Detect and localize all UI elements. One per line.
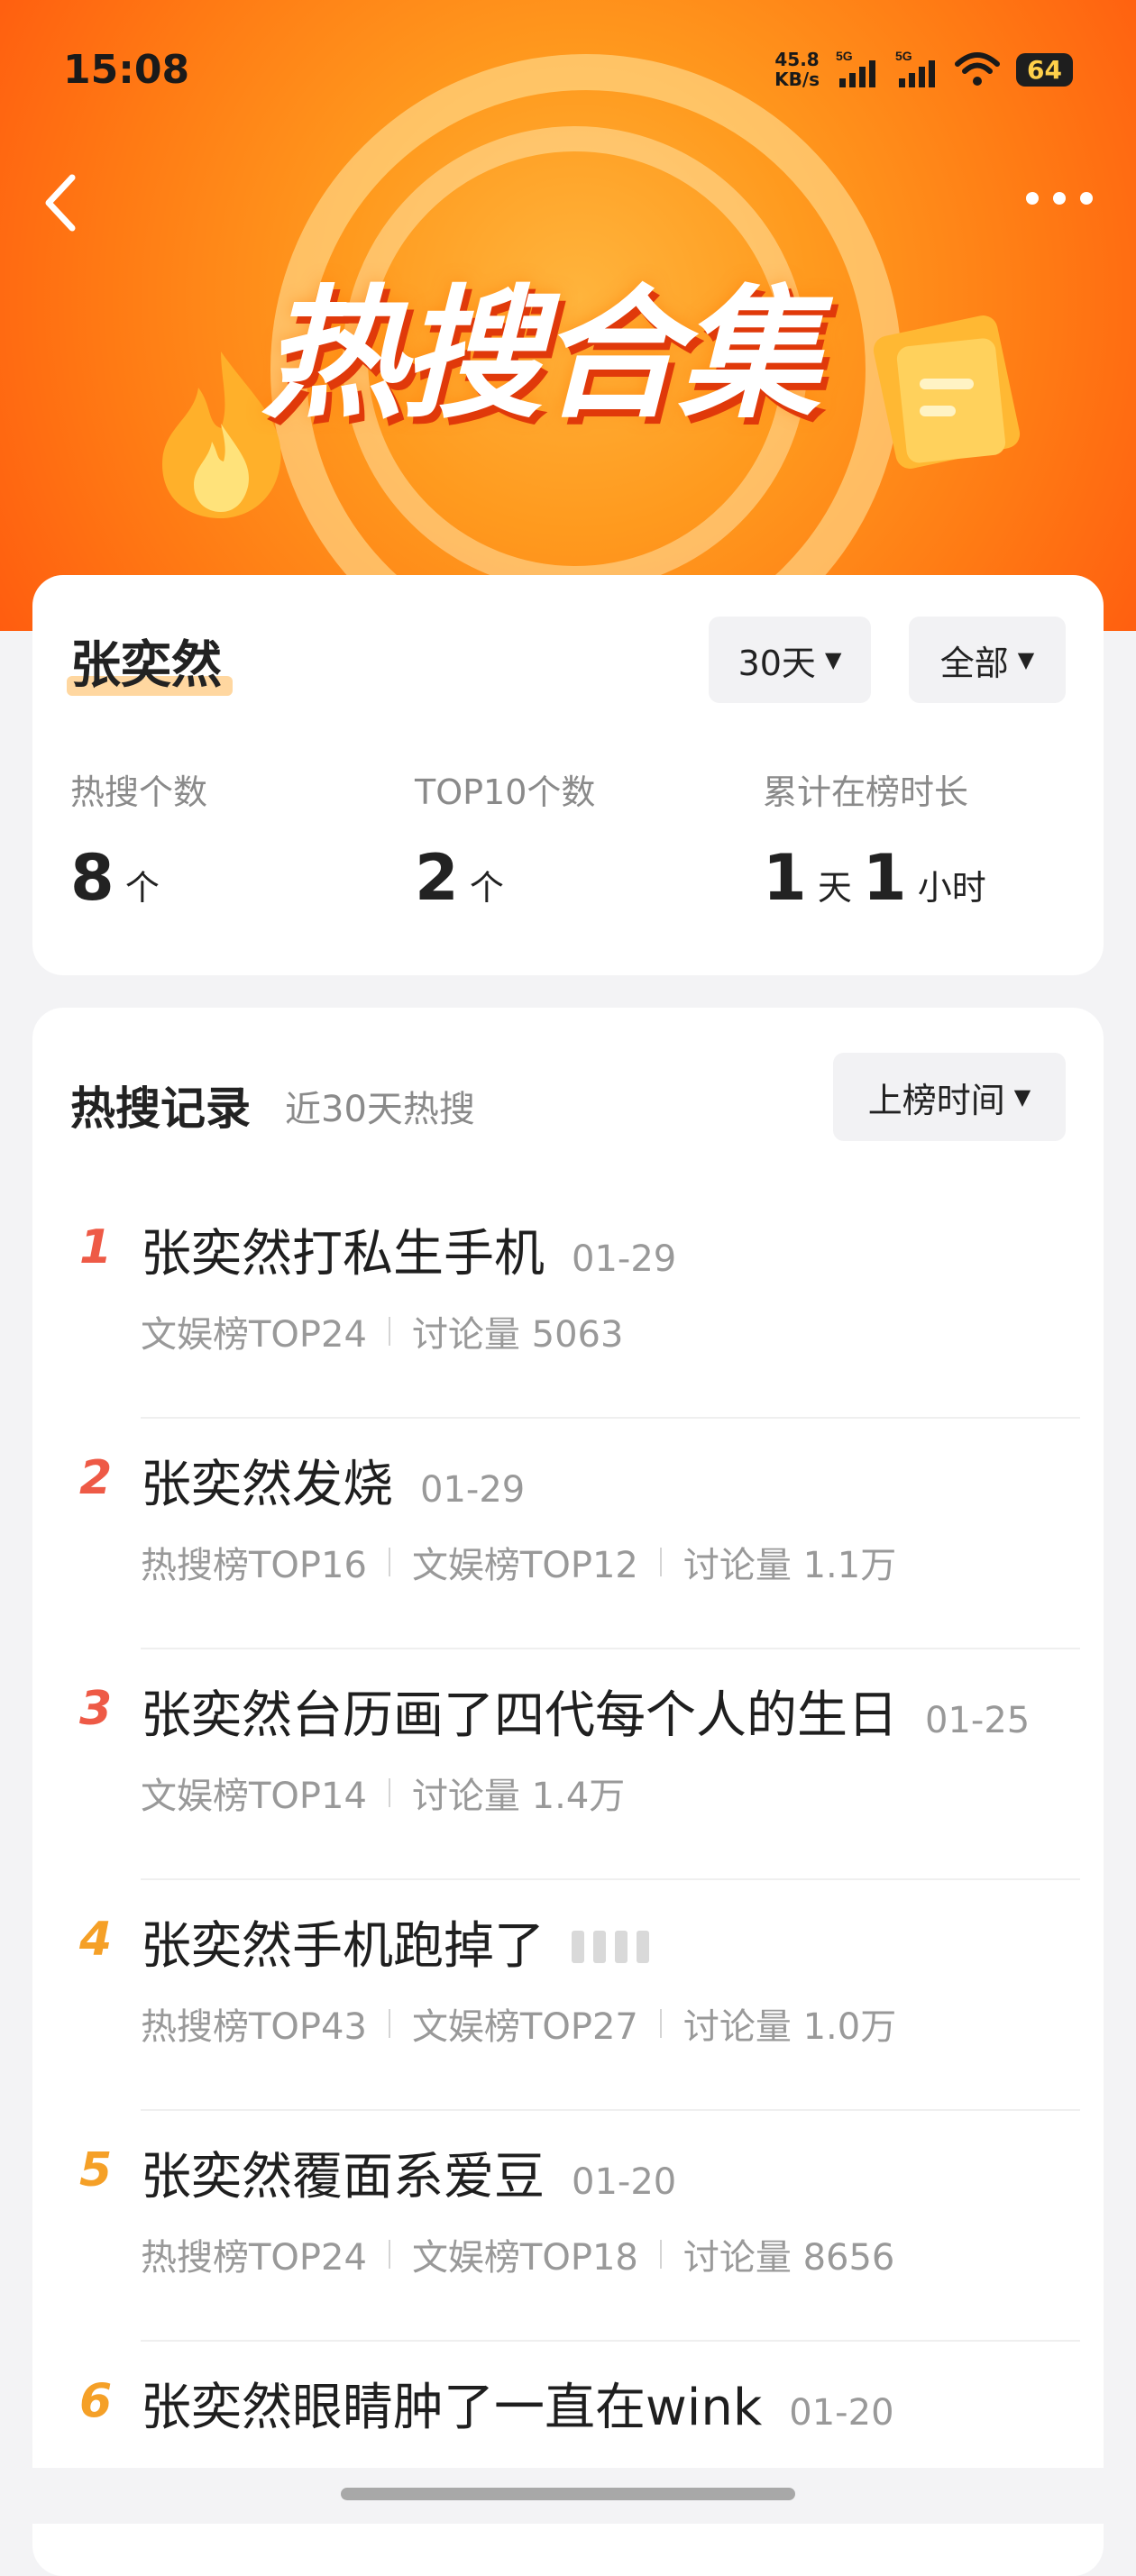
record-list-item[interactable]: 6张奕然眼睛肿了一直在wink01-20热搜榜TOP27文娱榜TOP10讨论量 … (32, 2342, 1104, 2572)
record-tag: 热搜榜TOP16 (141, 1545, 367, 1586)
record-tags: 热搜榜TOP16 文娱榜TOP12 讨论量 1.1万 (141, 1536, 896, 1588)
stat-label: 累计在榜时长 (763, 772, 969, 812)
record-tags: 热搜榜TOP24 文娱榜TOP18 讨论量 8656 (141, 2228, 894, 2280)
tag-separator (388, 1317, 390, 1346)
banner-title: 热搜合集 (261, 272, 820, 438)
rank-number: 1 (79, 1220, 113, 1274)
record-date: 01-25 (925, 1700, 1031, 1741)
stat-total-duration: 累计在榜时长 1 天 1 小时 (763, 764, 986, 915)
record-tag: 文娱榜TOP12 (411, 1545, 638, 1586)
record-list: 1 张奕然打私生手机 01-29 文娱榜TOP24 讨论量 5063 2 张奕然发烧 01-2… (32, 1188, 1104, 2572)
record-title-row: 张奕然手机跑掉了 (141, 1905, 649, 1978)
rank-number: 4 (79, 1913, 113, 1967)
stat-hot-count: 热搜个数 8 个 (70, 764, 207, 915)
range-filter-label: 30天 (737, 643, 816, 683)
type-filter-label: 全部 (939, 643, 1009, 683)
record-list-item[interactable]: 5 张奕然覆面系爱豆 01-20 热搜榜TOP24 文娱榜TOP18 讨论量 8656 (32, 2111, 1104, 2342)
record-date: 01-29 (420, 1469, 526, 1511)
record-title-row: 张奕然打私生手机 01-29 (141, 1213, 676, 1286)
tag-separator (659, 1548, 662, 1576)
records-card: 热搜记录 近30天热搜 上榜时间 ▼ 1 张奕然打私生手机 01-29 文娱榜TOP2… (32, 1008, 1104, 2576)
signal-icon: 5G (895, 50, 936, 87)
wifi-icon (955, 52, 1001, 86)
tag-separator (388, 1778, 390, 1807)
record-title: 张奕然发烧 (141, 1456, 393, 1514)
system-icons: 45.8 KB/s 5G 5G 64 (774, 50, 1073, 89)
stat-value: 1 天 1 小时 (763, 841, 986, 915)
record-tag: 文娱榜TOP14 (141, 1776, 367, 1817)
record-date: 01-29 (572, 1238, 677, 1280)
record-date: 01-20 (789, 2392, 894, 2434)
sim1-label: 5G (836, 50, 853, 63)
signal-icon: 5G (836, 50, 876, 87)
record-title-row: 张奕然眼睛肿了一直在wink 01-20 (141, 2367, 894, 2440)
stat-value: 8 个 (70, 841, 160, 915)
record-list-item[interactable]: 1 张奕然打私生手机 01-29 文娱榜TOP24 讨论量 5063 (32, 1188, 1104, 1419)
record-tag: 讨论量 1.1万 (683, 1545, 897, 1586)
rank-number: 3 (79, 1682, 113, 1736)
section-subtitle: 近30天热搜 (285, 1089, 475, 1130)
record-tags: 文娱榜TOP14 讨论量 1.4万 (141, 1767, 625, 1819)
folder-icon (873, 315, 1021, 469)
record-title: 张奕然覆面系爱豆 (141, 2148, 545, 2206)
sort-dropdown[interactable]: 上榜时间 ▼ (833, 1053, 1066, 1141)
record-title: 张奕然打私生手机 (141, 1225, 545, 1283)
record-tags: 文娱榜TOP24 讨论量 5063 (141, 1305, 623, 1357)
record-tag: 讨论量 8656 (683, 2237, 895, 2279)
caret-down-icon: ▼ (1013, 1084, 1031, 1110)
more-options-button[interactable] (1019, 180, 1100, 216)
record-tag: 热搜榜TOP24 (141, 2237, 367, 2279)
record-list-item[interactable]: 2 张奕然发烧 01-29 热搜榜TOP16 文娱榜TOP12 讨论量 1.1万 (32, 1419, 1104, 1649)
person-name-text: 张奕然 (70, 636, 222, 695)
tag-separator (388, 1548, 390, 1576)
record-title: 张奕然手机跑掉了 (141, 1917, 545, 1976)
stat-value: 2 个 (415, 841, 504, 915)
record-date-placeholder (572, 1931, 649, 1963)
record-title-row: 张奕然覆面系爱豆 01-20 (141, 2136, 676, 2209)
caret-down-icon: ▼ (1017, 647, 1035, 672)
tag-separator (388, 2240, 390, 2269)
tag-separator (659, 2009, 662, 2038)
stat-label: 热搜个数 (70, 772, 208, 812)
record-tags: 热搜榜TOP43 文娱榜TOP27 讨论量 1.0万 (141, 1997, 896, 2050)
status-time: 15:08 (63, 47, 190, 93)
status-bar: 15:08 45.8 KB/s 5G 5G 64 (0, 0, 1136, 153)
record-title-row: 张奕然发烧 01-29 (141, 1444, 525, 1517)
rank-number: 2 (79, 1451, 113, 1505)
record-title: 张奕然眼睛肿了一直在wink (141, 2379, 763, 2437)
record-tag: 文娱榜TOP24 (141, 1314, 367, 1356)
sim2-label: 5G (895, 50, 912, 63)
record-list-item[interactable]: 4 张奕然手机跑掉了热搜榜TOP43 文娱榜TOP27 讨论量 1.0万 (32, 1880, 1104, 2111)
section-title: 热搜记录 (70, 1082, 251, 1135)
summary-card: 张奕然 30天 ▼ 全部 ▼ 热搜个数 8 个 TOP10个数 2 个 累计在榜… (32, 575, 1104, 975)
network-speed: 45.8 KB/s (774, 49, 820, 90)
sort-label: 上榜时间 (867, 1080, 1005, 1120)
stat-label: TOP10个数 (415, 772, 596, 812)
record-date: 01-20 (572, 2161, 677, 2203)
type-filter-dropdown[interactable]: 全部 ▼ (909, 617, 1066, 703)
rank-number: 6 (79, 2374, 113, 2428)
tag-separator (388, 2009, 390, 2038)
caret-down-icon: ▼ (824, 647, 842, 672)
tag-separator (659, 2240, 662, 2269)
battery-icon: 64 (1016, 52, 1073, 87)
record-tag: 讨论量 5063 (411, 1314, 624, 1356)
rank-number: 5 (79, 2143, 113, 2197)
record-tag: 文娱榜TOP18 (411, 2237, 638, 2279)
person-name: 张奕然 (67, 625, 233, 698)
record-list-item[interactable]: 3 张奕然台历画了四代每个人的生日 01-25 文娱榜TOP14 讨论量 1.4万 (32, 1649, 1104, 1880)
record-title: 张奕然台历画了四代每个人的生日 (141, 1686, 898, 1745)
record-tag: 文娱榜TOP27 (411, 2006, 638, 2048)
home-indicator[interactable] (341, 2488, 795, 2500)
stat-top10-count: TOP10个数 2 个 (415, 764, 595, 915)
record-title-row: 张奕然台历画了四代每个人的生日 01-25 (141, 1675, 1030, 1748)
record-tag: 讨论量 1.0万 (683, 2006, 897, 2048)
record-tag: 热搜榜TOP43 (141, 2006, 367, 2048)
back-button[interactable] (36, 167, 90, 239)
range-filter-dropdown[interactable]: 30天 ▼ (709, 617, 871, 703)
record-tag: 讨论量 1.4万 (411, 1776, 626, 1817)
